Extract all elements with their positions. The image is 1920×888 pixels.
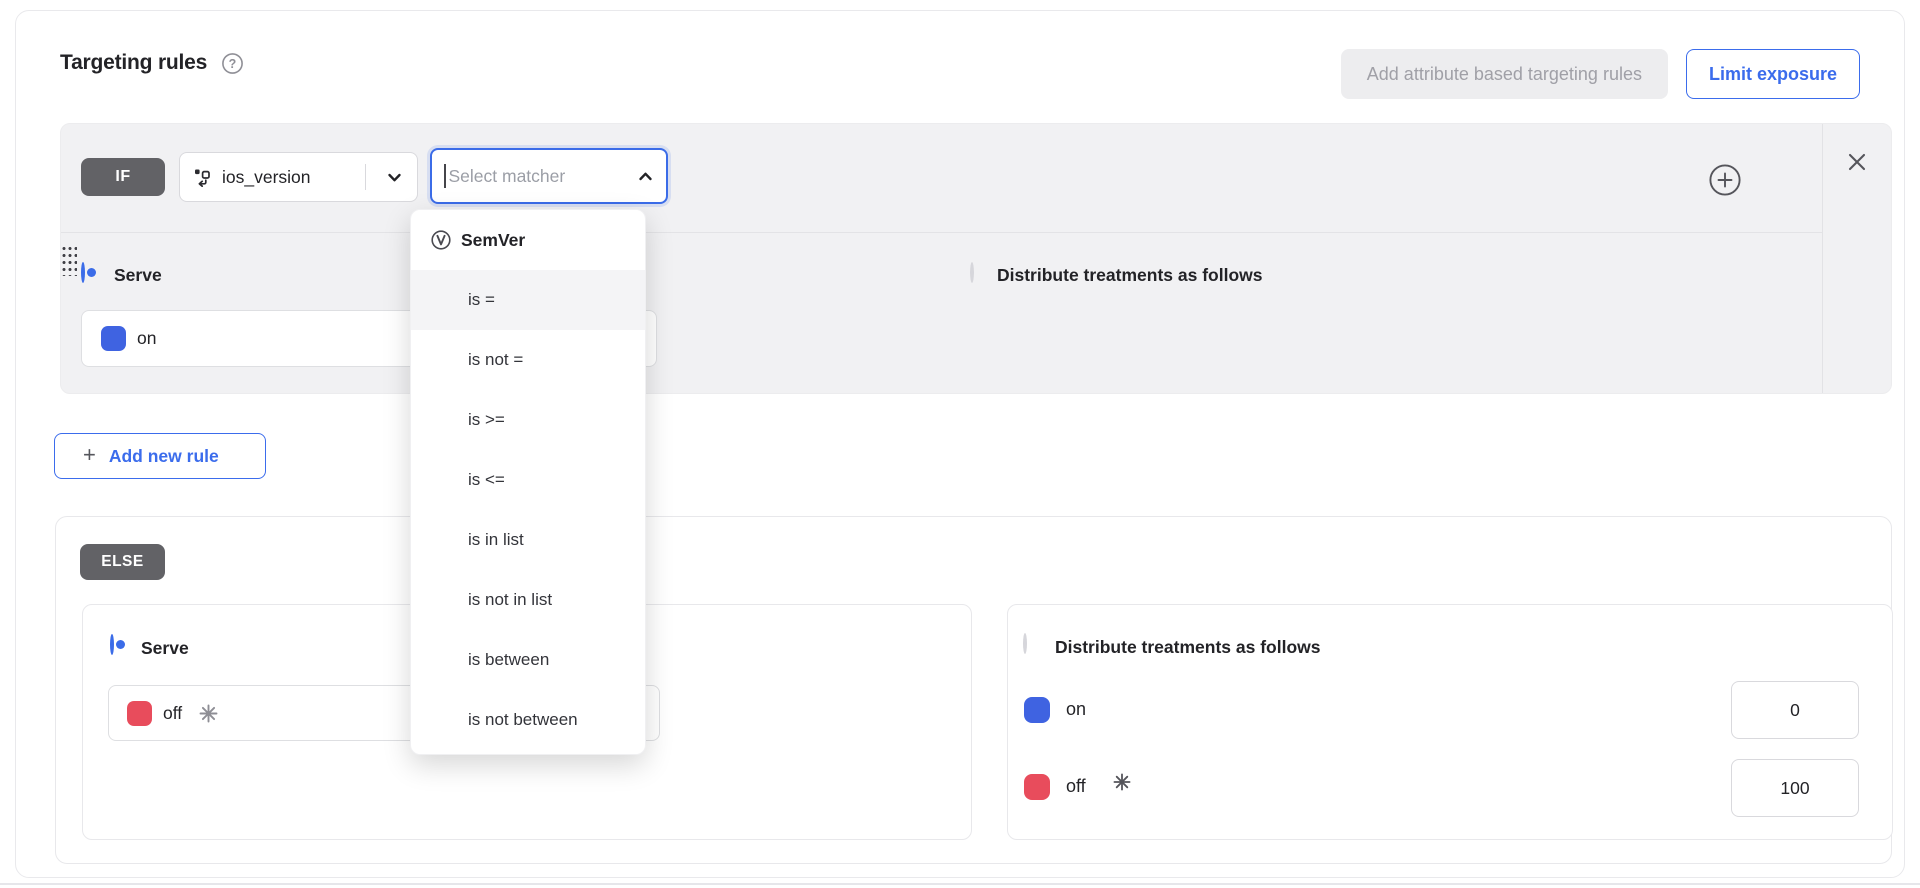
- group-label: SemVer: [461, 230, 525, 251]
- dropdown-option[interactable]: is not between: [411, 690, 645, 750]
- dropdown-option[interactable]: is >=: [411, 390, 645, 450]
- else-serve-radio[interactable]: [110, 634, 114, 655]
- treatment-swatch: [1024, 697, 1050, 723]
- plus-icon: +: [83, 444, 96, 466]
- divider: [365, 164, 366, 190]
- percent-input[interactable]: [1731, 759, 1859, 817]
- dropdown-option[interactable]: is <=: [411, 450, 645, 510]
- rule-card: IF ios_version Select: [60, 123, 1892, 394]
- default-treatment-icon: [199, 704, 218, 723]
- serve-radio[interactable]: [81, 262, 85, 283]
- serve-label: Serve: [114, 265, 162, 286]
- limit-exposure-button[interactable]: Limit exposure: [1686, 49, 1860, 99]
- attribute-select[interactable]: ios_version: [179, 152, 418, 202]
- bottom-divider: [0, 883, 1920, 885]
- distribute-radio[interactable]: [970, 262, 974, 283]
- matcher-select[interactable]: Select matcher: [430, 148, 668, 204]
- dropdown-option[interactable]: is between: [411, 630, 645, 690]
- if-badge: IF: [81, 158, 165, 196]
- attribute-label: ios_version: [222, 167, 311, 188]
- attribute-icon: [194, 168, 213, 187]
- rule-actions-column: [1822, 124, 1891, 393]
- chevron-down-icon: [386, 169, 403, 186]
- svg-text:?: ?: [229, 57, 237, 71]
- dropdown-option[interactable]: is in list: [411, 510, 645, 570]
- treatment-label: off: [163, 703, 182, 724]
- treatment-swatch: [1024, 774, 1050, 800]
- else-distribute-card: Distribute treatments as follows on off: [1007, 604, 1893, 840]
- page-title: Targeting rules: [60, 51, 207, 75]
- plus-circle-icon[interactable]: [1708, 163, 1742, 197]
- add-new-rule-button[interactable]: + Add new rule: [54, 433, 266, 479]
- close-icon[interactable]: [1846, 151, 1868, 173]
- treatment-swatch: [127, 701, 152, 726]
- treatment-label: on: [1066, 699, 1086, 720]
- dropdown-option[interactable]: is not =: [411, 330, 645, 390]
- treatment-swatch: [101, 326, 126, 351]
- drag-handle-icon[interactable]: [60, 244, 77, 276]
- else-distribute-label: Distribute treatments as follows: [1055, 637, 1320, 658]
- else-card: ELSE Serve off Distribute treatment: [55, 516, 1892, 864]
- else-badge: ELSE: [80, 544, 165, 580]
- add-attribute-rules-button[interactable]: Add attribute based targeting rules: [1341, 49, 1668, 99]
- default-treatment-icon: [1113, 773, 1131, 791]
- text-caret: [444, 164, 446, 188]
- rule-condition-row: IF ios_version Select: [61, 124, 1823, 233]
- dropdown-group-header: SemVer: [411, 210, 645, 270]
- matcher-dropdown: SemVer is = is not = is >= is <= is in l…: [410, 209, 646, 755]
- chevron-up-icon: [637, 168, 654, 185]
- percent-input[interactable]: [1731, 681, 1859, 739]
- help-icon[interactable]: ?: [221, 52, 244, 75]
- treatment-label: off: [1066, 776, 1086, 797]
- else-serve-label: Serve: [141, 638, 189, 659]
- matcher-placeholder: Select matcher: [449, 166, 566, 187]
- dropdown-option[interactable]: is =: [411, 270, 645, 330]
- distribute-label: Distribute treatments as follows: [997, 265, 1262, 286]
- targeting-rules-panel: Targeting rules ? Add attribute based ta…: [15, 10, 1905, 878]
- else-distribute-radio[interactable]: [1023, 633, 1027, 654]
- semver-icon: [430, 229, 452, 251]
- dropdown-option[interactable]: is not in list: [411, 570, 645, 630]
- treatment-label: on: [137, 328, 156, 349]
